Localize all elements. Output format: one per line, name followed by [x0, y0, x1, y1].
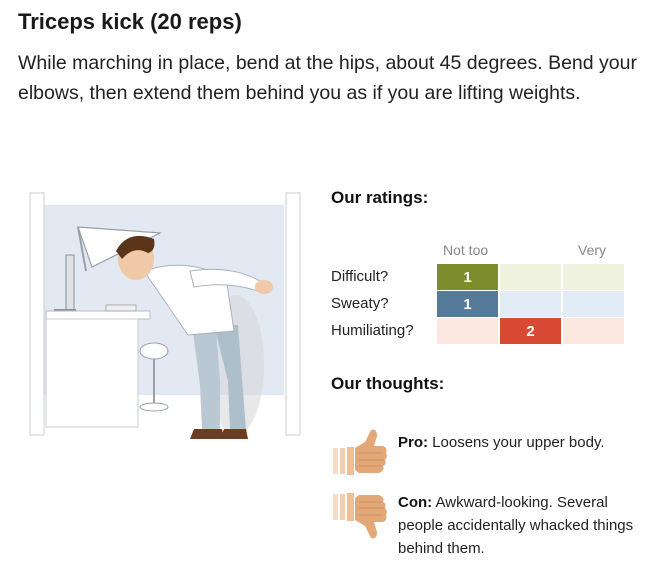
rating-cell-sweaty-2 [500, 291, 561, 317]
exercise-description: While marching in place, bend at the hip… [18, 52, 637, 104]
con-thought: Con: Awkward-looking. Several people acc… [398, 491, 638, 560]
thumbs-down-icon [333, 493, 387, 539]
scale-label-low: Not too [443, 242, 489, 258]
pro-thought: Pro: Loosens your upper body. [398, 431, 638, 454]
rating-cell-difficult-2 [500, 264, 561, 290]
rating-label-sweaty: Sweaty? [331, 295, 389, 312]
pro-text: Loosens your upper body. [428, 434, 605, 451]
exercise-illustration [29, 192, 301, 439]
rating-cell-difficult-3 [563, 264, 624, 290]
thumbs-up-icon [333, 429, 387, 475]
rating-label-difficult: Difficult? [331, 268, 389, 285]
thoughts-heading: Our thoughts: [331, 374, 445, 393]
con-text: Awkward-looking. Several people accident… [398, 494, 634, 557]
rating-cell-sweaty-1: 1 [437, 291, 498, 317]
page-title: Triceps kick (20 reps) [18, 9, 242, 34]
rating-cell-humiliating-1 [437, 318, 498, 344]
pro-label: Pro: [398, 434, 428, 451]
rating-label-humiliating: Humiliating? [331, 322, 414, 339]
rating-cell-difficult-1: 1 [437, 264, 498, 290]
rating-cell-sweaty-3 [563, 291, 624, 317]
rating-cell-humiliating-3 [563, 318, 624, 344]
scale-label-high: Very [578, 242, 607, 258]
rating-cell-humiliating-2: 2 [500, 318, 561, 344]
con-label: Con: [398, 494, 433, 511]
ratings-heading: Our ratings: [331, 188, 429, 207]
